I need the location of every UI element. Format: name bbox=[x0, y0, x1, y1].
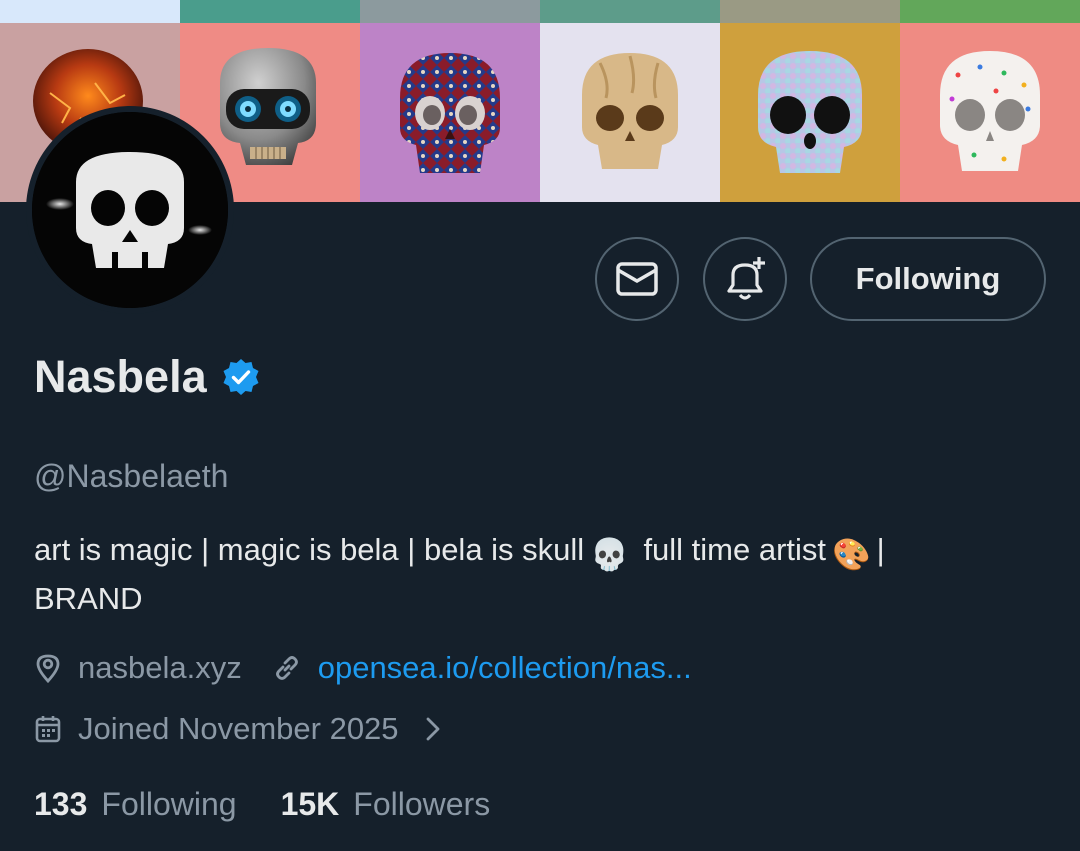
joined-date: Joined November 2025 bbox=[78, 711, 399, 746]
banner-tile-sprinkle-skull bbox=[900, 23, 1080, 202]
display-name: Nasbela bbox=[34, 351, 207, 402]
location-item: nasbela.xyz bbox=[34, 650, 242, 686]
verified-badge-icon[interactable] bbox=[221, 357, 261, 397]
joined-row[interactable]: Joined November 2025 bbox=[34, 711, 441, 747]
bell-plus-icon bbox=[727, 257, 765, 300]
website-link[interactable]: opensea.io/collection/nas... bbox=[318, 650, 692, 686]
bio-text: art is magic | magic is bela | bela is s… bbox=[34, 532, 585, 567]
username-handle: @Nasbelaeth bbox=[34, 458, 229, 494]
strip-segment bbox=[0, 0, 180, 23]
following-stat[interactable]: 133 Following bbox=[34, 786, 237, 823]
banner-top-strip bbox=[0, 0, 1080, 23]
avatar-image bbox=[32, 112, 228, 308]
bio-text: BRAND bbox=[34, 581, 143, 616]
following-label: Following bbox=[101, 786, 237, 822]
strip-segment bbox=[720, 0, 900, 23]
follow-stats: 133 Following 15K Followers bbox=[34, 786, 534, 823]
palette-emoji-icon: 🎨 bbox=[832, 537, 871, 572]
following-button-label: Following bbox=[855, 261, 1001, 296]
banner-tile-pastel-skull bbox=[720, 23, 900, 202]
following-count: 133 bbox=[34, 786, 88, 822]
profile-meta-links: nasbela.xyz opensea.io/collection/nas... bbox=[34, 650, 692, 686]
pixel-skull-icon bbox=[32, 112, 228, 308]
banner-tile-cookie-skull bbox=[540, 23, 720, 202]
message-button[interactable] bbox=[595, 237, 679, 321]
strip-segment bbox=[360, 0, 540, 23]
location-pin-icon bbox=[34, 653, 62, 683]
profile-bio: art is magic | magic is bela | bela is s… bbox=[34, 528, 1044, 621]
name-row: Nasbela bbox=[34, 354, 261, 399]
profile-avatar[interactable] bbox=[26, 106, 234, 314]
followers-stat[interactable]: 15K Followers bbox=[281, 786, 491, 823]
following-button[interactable]: Following bbox=[810, 237, 1046, 321]
strip-segment bbox=[900, 0, 1080, 23]
chevron-right-icon[interactable] bbox=[425, 716, 441, 742]
bio-text: | bbox=[876, 532, 885, 567]
link-icon bbox=[272, 653, 302, 683]
strip-segment bbox=[180, 0, 360, 23]
followers-count: 15K bbox=[280, 786, 340, 822]
bio-text: full time artist bbox=[643, 532, 827, 567]
strip-segment bbox=[540, 0, 720, 23]
calendar-icon bbox=[34, 714, 62, 744]
followers-label: Followers bbox=[353, 786, 491, 822]
location-text: nasbela.xyz bbox=[78, 650, 242, 685]
website-item[interactable]: opensea.io/collection/nas... bbox=[272, 650, 692, 686]
banner-tile-carpet-skull bbox=[360, 23, 540, 202]
skull-emoji-icon: 💀 bbox=[590, 537, 629, 572]
notify-button[interactable] bbox=[703, 237, 787, 321]
mail-icon bbox=[616, 262, 658, 296]
